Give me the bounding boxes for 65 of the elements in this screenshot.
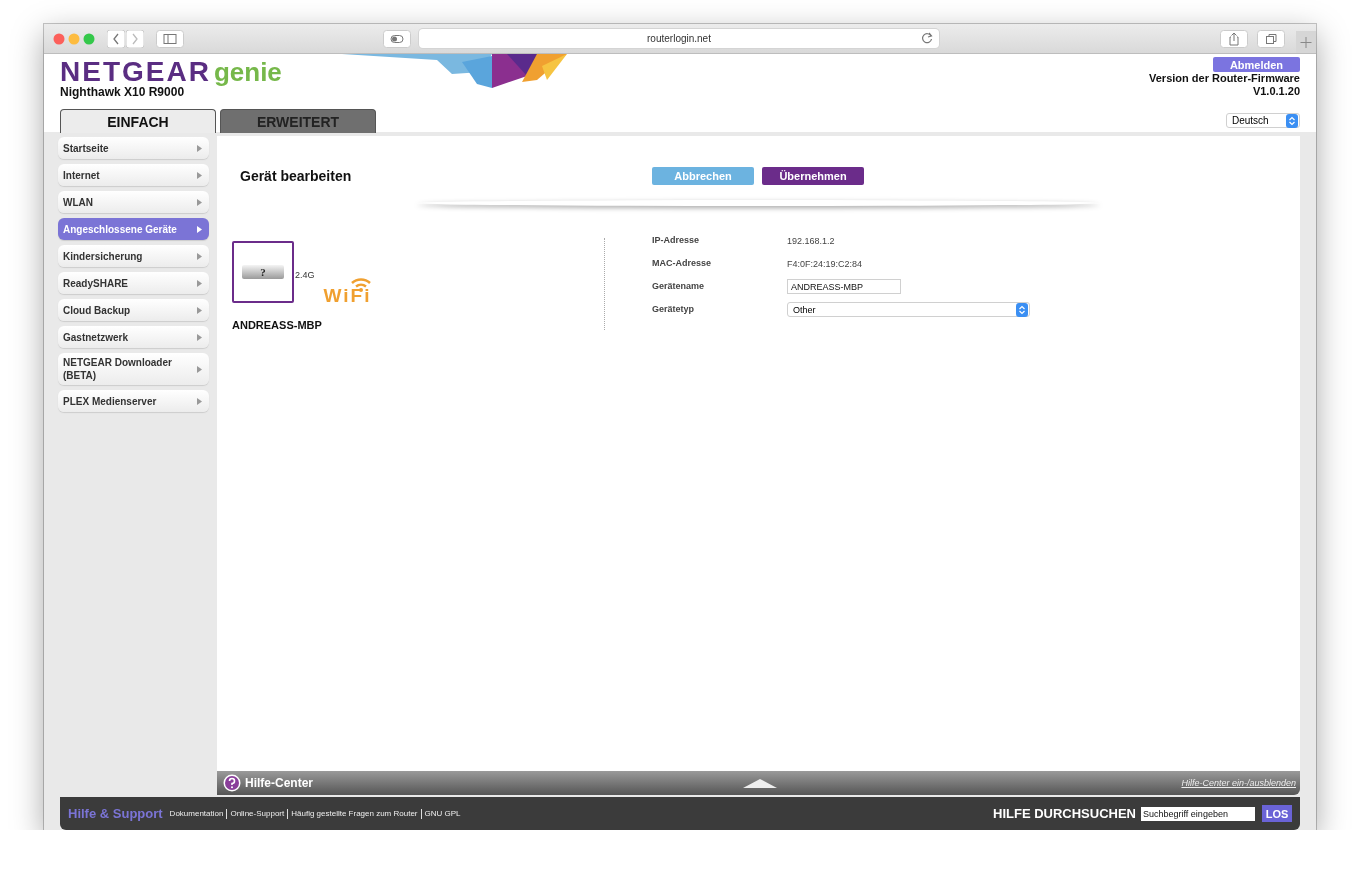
footer-link[interactable]: Dokumentation	[169, 809, 224, 818]
language-select[interactable]: Deutsch	[1226, 113, 1300, 128]
stepper-icon	[1016, 302, 1028, 317]
field-value: 192.168.1.2	[787, 235, 836, 246]
search-button[interactable]: LOS	[1262, 805, 1292, 822]
sidebar-icon[interactable]	[156, 29, 184, 48]
tab[interactable]: EINFACH	[60, 109, 216, 133]
device-tile[interactable]: ?	[232, 241, 294, 303]
back-icon[interactable]	[107, 29, 125, 48]
tabs-icon[interactable]	[1257, 30, 1285, 48]
triangle-icon	[197, 306, 202, 314]
triangle-icon	[197, 252, 202, 260]
reader-toggle-icon[interactable]	[383, 29, 411, 48]
sidebar-item[interactable]: Internet	[58, 164, 209, 186]
triangle-icon	[197, 365, 202, 373]
firmware-version: V1.0.1.20	[1252, 85, 1300, 98]
sidebar-item[interactable]: Gastnetzwerk	[58, 326, 209, 348]
field-value: F4:0F:24:19:C2:84	[787, 258, 864, 269]
triangle-icon	[197, 198, 202, 206]
help-support-title: Hilfe & Support	[68, 806, 163, 821]
search-label: HILFE DURCHSUCHEN	[993, 806, 1136, 821]
triangle-icon	[197, 225, 202, 233]
firmware-label: Version der Router-Firmware	[1149, 72, 1300, 85]
sidebar-item[interactable]: ReadySHARE	[58, 272, 209, 294]
field-label: IP-Adresse	[652, 234, 701, 247]
logout-button[interactable]: Abmelden	[1213, 57, 1300, 72]
help-toggle-link[interactable]: Hilfe-Center ein-/ausblenden	[856, 778, 1296, 788]
search-field[interactable]: Suchbegriff eingeben	[1141, 806, 1255, 821]
footer-link[interactable]: Häufig gestellte Fragen zum Router	[291, 809, 418, 818]
wifi-logo: WiFi	[323, 276, 372, 306]
window-controls-icon[interactable]	[53, 32, 95, 45]
triangle-icon	[197, 144, 202, 152]
router-model: Nighthawk X10 R9000	[60, 85, 186, 99]
apply-button[interactable]: Übernehmen	[762, 167, 864, 185]
triangle-icon	[197, 397, 202, 405]
address-bar[interactable]: routerlogin.net	[647, 33, 711, 44]
field-label: MAC-Adresse	[652, 257, 712, 270]
new-tab-icon[interactable]	[1296, 30, 1316, 53]
footer-link[interactable]: GNU GPL	[424, 809, 461, 818]
sidebar-item[interactable]: Kindersicherung	[58, 245, 209, 267]
expand-icon[interactable]	[742, 778, 777, 788]
help-icon	[223, 774, 241, 792]
triangle-icon	[197, 333, 202, 341]
device-name: ANDREASS-MBP	[232, 319, 323, 331]
sidebar-item[interactable]: WLAN	[58, 191, 209, 213]
sidebar-item[interactable]: NETGEAR Downloader (BETA)	[58, 353, 209, 385]
sidebar-item[interactable]: Startseite	[58, 137, 209, 159]
name-field[interactable]: ANDREASS-MBP	[787, 279, 901, 294]
device-type-select[interactable]: Other	[787, 302, 1030, 317]
triangle-icon	[197, 171, 202, 179]
stepper-icon	[1286, 113, 1298, 128]
band-label: 2.4G	[295, 270, 315, 280]
sidebar-item[interactable]: PLEX Medienserver	[58, 390, 209, 412]
device-icon: ?	[242, 265, 284, 279]
brand-logo: NETGEAR	[60, 58, 211, 86]
reload-icon[interactable]	[921, 32, 933, 44]
page-title: Gerät bearbeiten	[240, 168, 353, 184]
sidebar-item[interactable]: Cloud Backup	[58, 299, 209, 321]
field-label: Gerätename	[652, 280, 706, 293]
help-center-title: Hilfe-Center	[245, 776, 313, 790]
sidebar-item[interactable]: Angeschlossene Geräte	[58, 218, 209, 240]
triangle-icon	[197, 279, 202, 287]
field-label: Gerätetyp	[652, 303, 696, 316]
product-logo: genie	[213, 58, 282, 86]
footer-link[interactable]: Online-Support	[230, 809, 285, 818]
